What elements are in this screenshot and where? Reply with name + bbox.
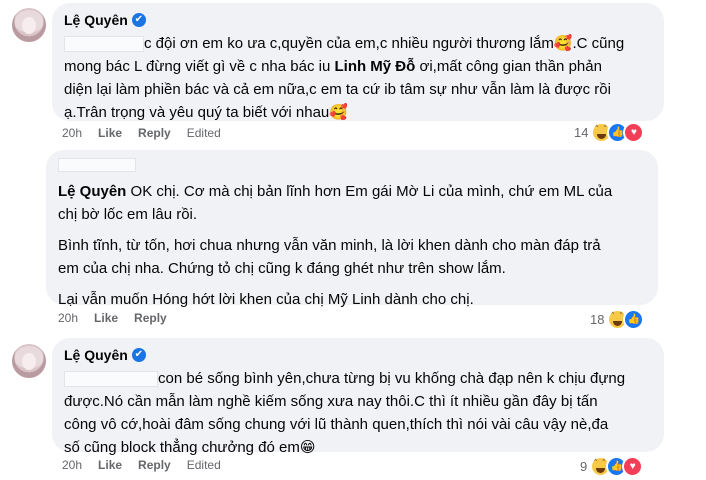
reaction-count: 18 [590, 312, 605, 327]
comment-actions: 20h Like Reply Edited [62, 126, 221, 140]
reaction-count: 9 [580, 459, 588, 474]
comment-actions: 20h Like Reply [58, 311, 167, 325]
avatar[interactable] [12, 344, 46, 378]
reply-button[interactable]: Reply [134, 311, 167, 325]
love-icon: ♥ [623, 122, 645, 143]
mention-link[interactable]: Linh Mỹ Đỗ [334, 58, 415, 75]
comment-bubble: Lệ Quyên ✔ c đội ơn em ko ưa c,quyền của… [52, 3, 664, 121]
reply-button[interactable]: Reply [138, 126, 171, 140]
author-name[interactable]: Lệ Quyên [64, 12, 128, 28]
like-icon: 👍 [623, 309, 645, 330]
redacted-mention [64, 371, 158, 388]
reaction-count: 14 [574, 125, 589, 140]
reaction-summary[interactable]: 18 ^ ^ 👍 [590, 309, 645, 330]
timestamp[interactable]: 20h [58, 311, 78, 325]
comment-text: Lệ Quyên OK chị. Cơ mà chị bản lĩnh hơn … [58, 183, 613, 308]
edited-label[interactable]: Edited [187, 458, 221, 472]
timestamp[interactable]: 20h [62, 126, 82, 140]
love-icon: ♥ [622, 456, 644, 477]
reaction-summary[interactable]: 9 ^ ^ 👍 ♥ [580, 456, 644, 477]
author-name[interactable]: Lệ Quyên [58, 183, 126, 200]
reply-button[interactable]: Reply [138, 458, 171, 472]
comment-text: con bé sống bình yên,chưa từng bị vu khố… [64, 370, 626, 456]
verified-badge-icon: ✔ [131, 348, 146, 362]
comment-bubble: Lệ Quyên OK chị. Cơ mà chị bản lĩnh hơn … [46, 150, 658, 308]
like-button[interactable]: Like [98, 126, 122, 140]
timestamp[interactable]: 20h [62, 458, 82, 472]
avatar[interactable] [12, 8, 46, 42]
comment-text: c đội ơn em ko ưa c,quyền của em,c nhiều… [64, 35, 625, 121]
like-button[interactable]: Like [94, 311, 118, 325]
comment-bubble: Lệ Quyên ✔ con bé sống bình yên,chưa từn… [52, 338, 664, 456]
edited-label[interactable]: Edited [187, 126, 221, 140]
redacted-mention [58, 157, 136, 172]
like-button[interactable]: Like [98, 458, 122, 472]
redacted-mention [64, 36, 144, 53]
author-name[interactable]: Lệ Quyên [64, 347, 128, 363]
reaction-summary[interactable]: 14 ^ ^ 👍 ♥ [574, 122, 645, 143]
comment-actions: 20h Like Reply Edited [62, 458, 221, 472]
verified-badge-icon: ✔ [131, 13, 146, 27]
